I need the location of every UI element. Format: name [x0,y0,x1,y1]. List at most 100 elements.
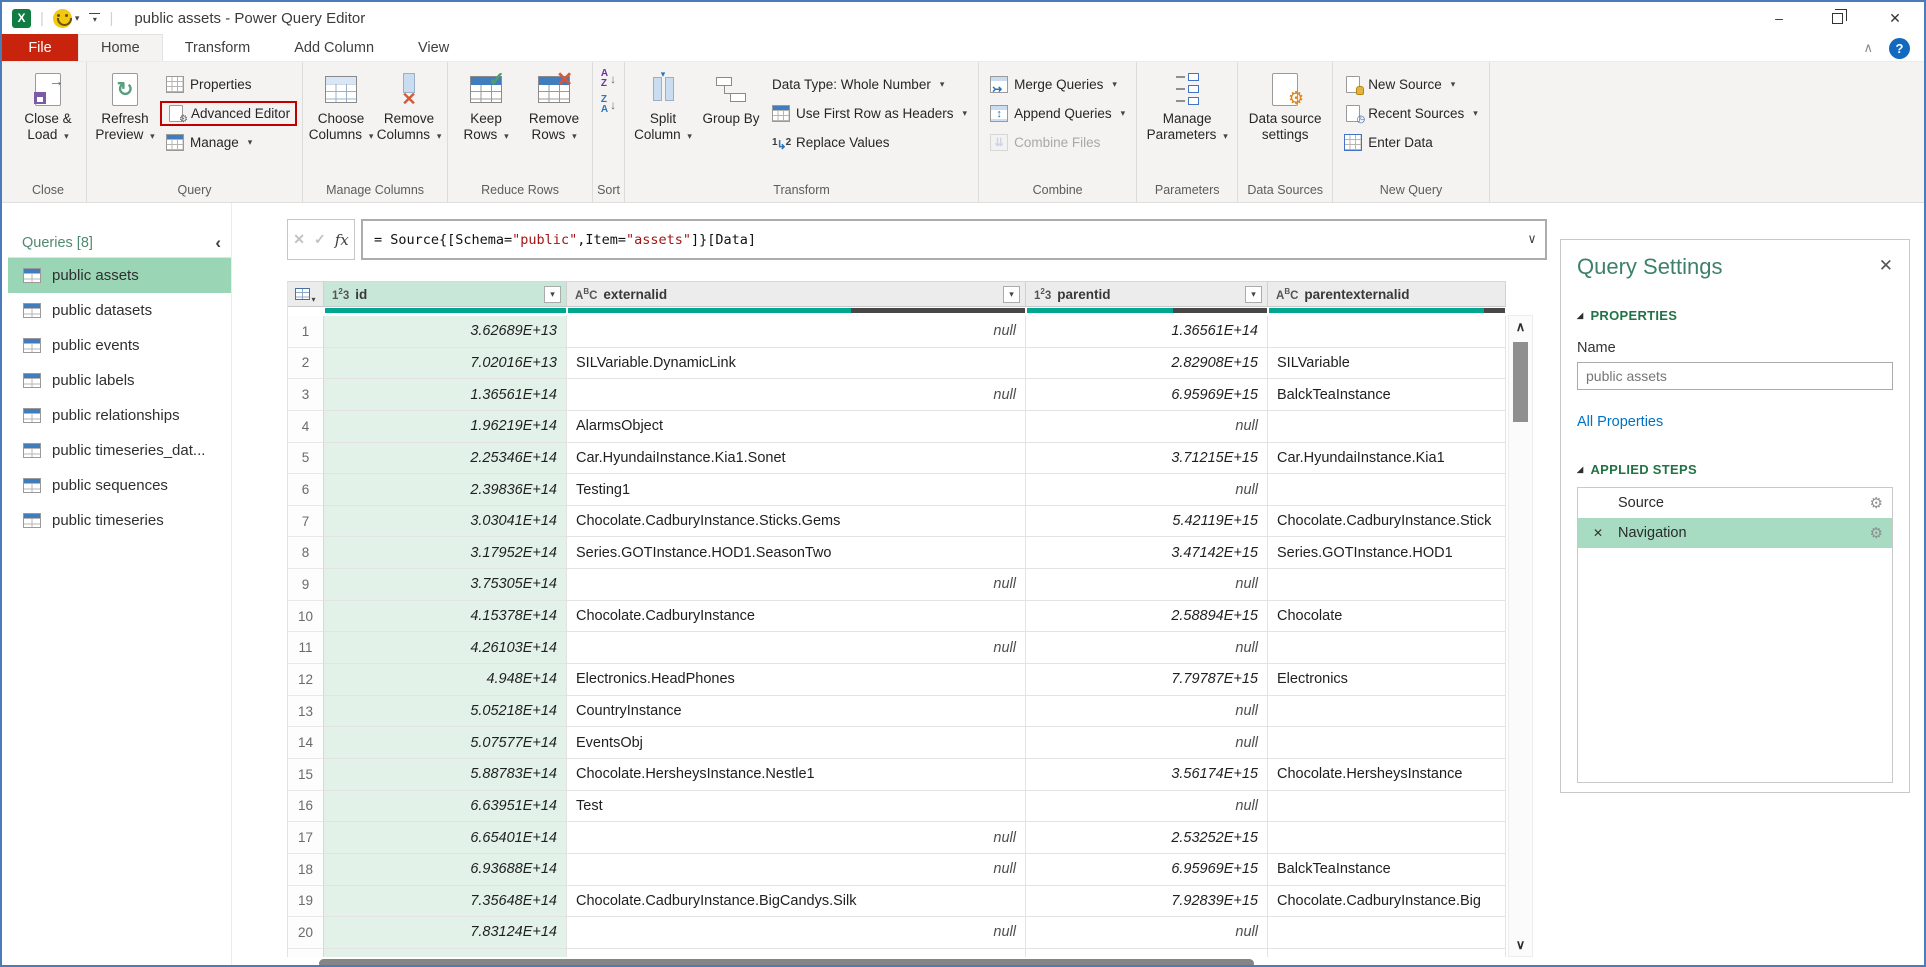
section-collapse-icon[interactable]: ◢ [1577,465,1583,474]
row-number[interactable]: 11 [288,632,324,664]
column-header-parentid[interactable]: 123parentid▾ [1026,282,1268,307]
row-number[interactable]: 6 [288,474,324,506]
cell-id[interactable]: 8.91387E+14 [324,949,567,957]
cell-parentid[interactable]: null [1026,411,1268,443]
cell-id[interactable]: 4.15378E+14 [324,601,567,633]
cell-parentid[interactable]: 3.71215E+15 [1026,443,1268,475]
cell-parentid[interactable]: null [1026,474,1268,506]
row-number[interactable]: 16 [288,791,324,823]
cell-parentexternalid[interactable]: Chocolate.CadburyInstance.Big [1268,886,1506,918]
cell-externalid[interactable]: Testing1 [567,474,1026,506]
cell-parentid[interactable]: 7.79787E+15 [1026,664,1268,696]
cell-parentid[interactable]: null [1026,632,1268,664]
row-number[interactable]: 5 [288,443,324,475]
new-source-button[interactable]: New Source ▾ [1338,72,1484,97]
choose-columns-button[interactable]: Choose Columns ▾ [308,69,374,144]
collapse-ribbon-icon[interactable]: ∧ [1863,40,1873,56]
manage-parameters-button[interactable]: Manage Parameters ▾ [1142,69,1232,144]
data-source-settings-button[interactable]: ⚙ Data source settings [1243,69,1327,143]
vertical-scroll-thumb[interactable] [1513,342,1528,422]
cell-parentexternalid[interactable]: Series.GOTInstance.HOD1 [1268,537,1506,569]
cell-parentid[interactable]: 5.42119E+15 [1026,506,1268,538]
enter-data-button[interactable]: Enter Data [1338,130,1484,155]
collapse-pane-icon[interactable]: ‹ [215,233,221,253]
close-and-load-button[interactable]: → Close & Load ▾ [15,69,81,144]
cell-id[interactable]: 7.83124E+14 [324,917,567,949]
scroll-down-icon[interactable]: ∨ [1509,937,1532,953]
cell-parentexternalid[interactable] [1268,791,1506,823]
cell-externalid[interactable]: null [567,854,1026,886]
sort-descending-button[interactable]: ZA ↓ [601,95,616,115]
manage-button[interactable]: Manage ▾ [160,130,297,155]
cell-parentexternalid[interactable]: Chocolate [1268,601,1506,633]
column-header-parentexternalid[interactable]: ABCparentexternalid [1268,282,1506,307]
cell-parentid[interactable]: 7.92839E+15 [1026,886,1268,918]
cell-id[interactable]: 6.65401E+14 [324,822,567,854]
tab-view[interactable]: View [396,34,471,61]
cell-externalid[interactable]: Chocolate.CadburyInstance.Sticks.Gems [567,506,1026,538]
sidebar-query-item[interactable]: public timeseries_dat... [8,433,231,468]
cell-parentid[interactable]: 2.82908E+15 [1026,348,1268,380]
minimize-button[interactable]: – [1750,2,1808,34]
cell-externalid[interactable]: null [567,569,1026,601]
cell-externalid[interactable]: Chocolate.CadburyInstance.BigCandys.Silk [567,886,1026,918]
cell-id[interactable]: 5.88783E+14 [324,759,567,791]
cell-externalid[interactable]: AlarmsObject [567,411,1026,443]
query-name-input[interactable] [1577,362,1893,390]
cell-parentexternalid[interactable] [1268,411,1506,443]
horizontal-scroll-thumb[interactable] [319,959,1254,967]
scroll-up-icon[interactable]: ∧ [1509,319,1532,335]
applied-step-navigation[interactable]: ✕Navigation⚙ [1578,518,1892,548]
cell-parentexternalid[interactable]: BalckTeaInstance [1268,854,1506,886]
filter-dropdown-icon[interactable]: ▾ [544,286,561,303]
cell-parentexternalid[interactable] [1268,822,1506,854]
cancel-formula-icon[interactable]: ✕ [293,231,305,248]
sidebar-query-item[interactable]: public labels [8,363,231,398]
cell-id[interactable]: 5.07577E+14 [324,727,567,759]
cell-id[interactable]: 6.63951E+14 [324,791,567,823]
filter-dropdown-icon[interactable]: ▾ [1003,286,1020,303]
cell-externalid[interactable]: Car.HyundaiInstance.Kia1.Sonet [567,443,1026,475]
split-column-button[interactable]: ▾ Split Column ▾ [630,69,696,144]
column-header-id[interactable]: 123id▾ [324,282,567,307]
row-number[interactable]: 19 [288,886,324,918]
cell-parentid[interactable]: 2.58894E+15 [1026,601,1268,633]
cell-id[interactable]: 7.35648E+14 [324,886,567,918]
cell-parentid[interactable]: null [1026,696,1268,728]
row-number[interactable]: 10 [288,601,324,633]
cell-parentid[interactable]: null [1026,791,1268,823]
sidebar-query-item[interactable]: public timeseries [8,503,231,538]
close-panel-icon[interactable]: ✕ [1879,256,1893,276]
cell-id[interactable]: 2.39836E+14 [324,474,567,506]
horizontal-scrollbar[interactable] [287,958,1506,967]
row-number[interactable]: 3 [288,379,324,411]
cell-externalid[interactable]: null [567,632,1026,664]
smiley-dropdown-icon[interactable]: ▾ [75,13,80,24]
cell-parentexternalid[interactable]: Car.HyundaiInstance.Kia1 [1268,443,1506,475]
cell-parentexternalid[interactable]: SILVariable [1268,348,1506,380]
help-button[interactable]: ? [1889,38,1910,59]
cell-id[interactable]: 5.05218E+14 [324,696,567,728]
advanced-editor-button[interactable]: ⚙ Advanced Editor [160,101,297,126]
feedback-smiley-icon[interactable] [53,9,72,28]
row-number[interactable]: 4 [288,411,324,443]
cell-externalid[interactable]: null [567,949,1026,957]
cell-parentexternalid[interactable] [1268,316,1506,348]
row-number[interactable]: 1 [288,316,324,348]
cell-parentid[interactable]: 6.95969E+15 [1026,854,1268,886]
cell-externalid[interactable]: null [567,822,1026,854]
cell-externalid[interactable]: SILVariable.DynamicLink [567,348,1026,380]
cell-externalid[interactable]: null [567,379,1026,411]
merge-queries-button[interactable]: Merge Queries ▾ [984,72,1131,97]
tab-file[interactable]: File [2,34,78,61]
step-settings-gear-icon[interactable]: ⚙ [1870,494,1883,512]
cell-id[interactable]: 3.75305E+14 [324,569,567,601]
tab-add-column[interactable]: Add Column [272,34,396,61]
cell-parentexternalid[interactable] [1268,727,1506,759]
sidebar-query-item[interactable]: public datasets [8,293,231,328]
row-number[interactable]: 13 [288,696,324,728]
tab-transform[interactable]: Transform [163,34,273,61]
cell-parentexternalid[interactable] [1268,569,1506,601]
column-header-externalid[interactable]: ABCexternalid▾ [567,282,1026,307]
formula-input[interactable]: = Source{[Schema="public",Item="assets"]… [361,219,1547,260]
